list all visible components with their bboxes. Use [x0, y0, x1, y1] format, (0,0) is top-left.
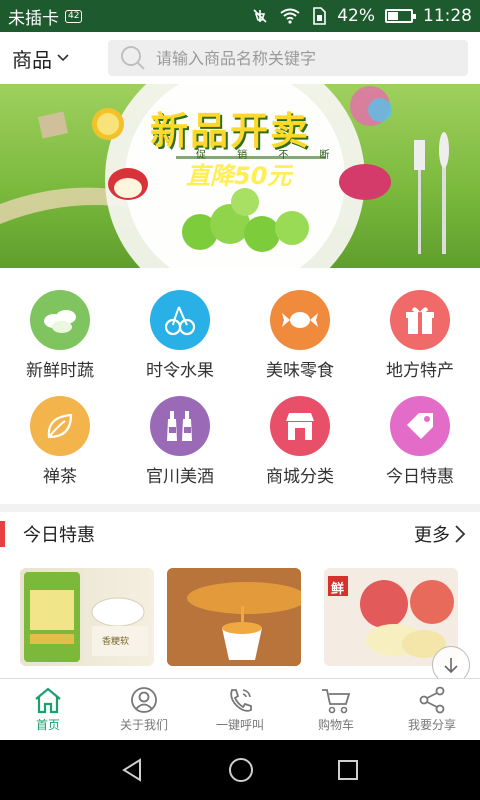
- search-box[interactable]: [108, 40, 468, 76]
- section-title: 今日特惠: [23, 525, 95, 546]
- mute-icon: [253, 9, 267, 23]
- category-item-fruits[interactable]: 时令水果: [120, 290, 240, 381]
- category-dropdown[interactable]: 商品: [12, 44, 102, 73]
- carrier-text: 未插卡: [8, 8, 59, 29]
- battery-icon: [385, 9, 416, 23]
- category-label: 商品: [12, 47, 52, 72]
- category-item-snacks[interactable]: 美味零食: [240, 290, 360, 381]
- candy-icon: [270, 290, 330, 350]
- battery-percent: 42%: [337, 6, 375, 26]
- status-left: 未插卡 42: [8, 4, 83, 29]
- wifi-icon: [280, 8, 300, 24]
- tag-icon: [390, 396, 450, 456]
- battery-level: [388, 12, 399, 20]
- category-label: 时令水果: [146, 361, 214, 381]
- nav-share[interactable]: 我要分享: [384, 679, 480, 740]
- category-label: 官川美酒: [146, 467, 214, 487]
- banner-promo: 直降50元: [186, 162, 292, 190]
- category-label: 商城分类: [266, 467, 334, 487]
- nav-label: 关于我们: [119, 718, 168, 732]
- cherry-icon: [150, 290, 210, 350]
- sim-icon: [313, 7, 327, 25]
- category-item-specialties[interactable]: 地方特产: [360, 290, 480, 381]
- honey-image: [167, 568, 301, 666]
- top-header: 商品: [0, 32, 480, 84]
- category-item-tea[interactable]: 禅茶: [0, 396, 120, 487]
- nav-label: 一键呼叫: [215, 718, 264, 732]
- person-icon: [131, 687, 157, 713]
- section-accent-bar: [0, 521, 5, 547]
- today-deals-section: 今日特惠 更多 香粳软 鲜: [0, 512, 480, 684]
- back-icon[interactable]: [120, 757, 146, 783]
- search-input[interactable]: [156, 48, 456, 68]
- system-nav-bar: [0, 740, 480, 800]
- wine-icon: [150, 396, 210, 456]
- more-label: 更多: [414, 525, 450, 546]
- category-label: 禅茶: [43, 467, 77, 487]
- nav-cart[interactable]: 购物车: [288, 679, 384, 740]
- search-icon: [121, 46, 145, 70]
- home-circle-icon[interactable]: [228, 757, 254, 783]
- rice-overlay-text: 香粳软: [102, 637, 130, 647]
- home-icon: [35, 687, 61, 714]
- section-header: 今日特惠 更多: [0, 512, 480, 556]
- apple-overlay-text: 鲜: [331, 582, 345, 597]
- product-card-rice[interactable]: 香粳软: [20, 568, 154, 666]
- nav-label: 首页: [35, 718, 60, 732]
- cart-icon: [322, 689, 351, 714]
- nav-label: 我要分享: [407, 718, 456, 732]
- app-screen: 未插卡 42 42% 11:28 商品 请输入商品名称关键字 新品开卖 促 销 …: [0, 0, 480, 800]
- rice-bag-image: [24, 572, 148, 662]
- nav-home[interactable]: 首页: [0, 679, 96, 740]
- chevron-down-icon: [57, 54, 69, 62]
- sim-badge: 42: [65, 9, 83, 23]
- store-icon: [270, 396, 330, 456]
- gift-icon: [390, 290, 450, 350]
- category-grid: 新鲜时蔬 时令水果 美味零食 地方特产 禅茶 官川美酒 商城分类 今日特惠: [0, 268, 480, 504]
- bottom-nav: 首页 关于我们 一键呼叫 购物车 我要分享: [0, 678, 480, 740]
- product-card-honey[interactable]: [167, 568, 301, 666]
- nav-label: 购物车: [317, 718, 354, 732]
- category-item-mall-categories[interactable]: 商城分类: [240, 396, 360, 487]
- vegetable-icon: [30, 290, 90, 350]
- banner-promo-prefix: 最高: [168, 161, 179, 186]
- category-label: 地方特产: [386, 361, 454, 381]
- category-label: 新鲜时蔬: [26, 361, 94, 381]
- phone-icon: [230, 689, 252, 712]
- status-bar: 未插卡 42 42% 11:28: [0, 0, 480, 32]
- category-label: 美味零食: [266, 361, 334, 381]
- leaf-icon: [30, 396, 90, 456]
- chevron-right-icon: [455, 525, 466, 543]
- clock-time: 11:28: [423, 6, 472, 26]
- share-icon: [419, 686, 445, 714]
- status-right: 42% 11:28: [251, 6, 472, 26]
- category-item-vegetables[interactable]: 新鲜时蔬: [0, 290, 120, 381]
- nav-about[interactable]: 关于我们: [96, 679, 192, 740]
- category-item-wine[interactable]: 官川美酒: [120, 396, 240, 487]
- category-item-today-deals[interactable]: 今日特惠: [360, 396, 480, 487]
- more-link[interactable]: 更多: [414, 521, 466, 547]
- promo-banner[interactable]: 新品开卖 促 销 不 断 最高 直降50元: [0, 84, 480, 268]
- nav-call[interactable]: 一键呼叫: [192, 679, 288, 740]
- recent-apps-icon[interactable]: [336, 758, 360, 782]
- category-label: 今日特惠: [386, 467, 454, 487]
- arrow-down-icon: [444, 658, 458, 674]
